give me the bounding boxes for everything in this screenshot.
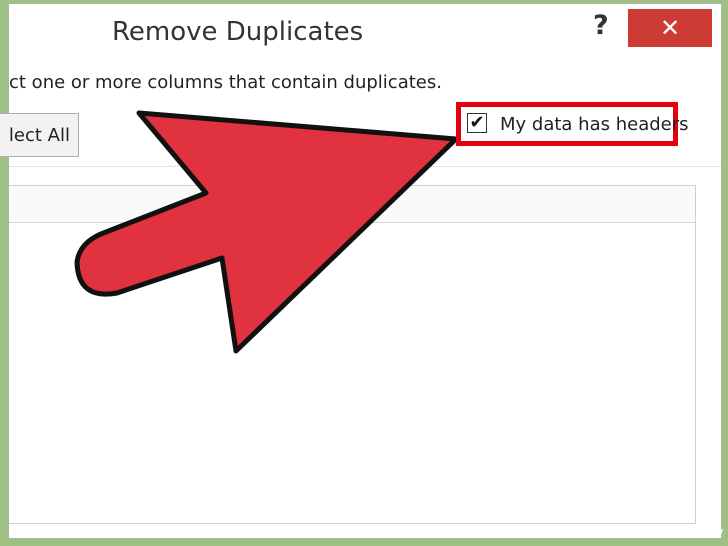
wikihow-watermark: wikiHow xyxy=(646,523,723,542)
red-arrow-shape xyxy=(74,110,459,354)
headers-checkbox[interactable]: ✔ xyxy=(467,113,487,133)
annotation-arrow xyxy=(74,110,459,354)
headers-checkbox-label[interactable]: My data has headers xyxy=(500,114,689,135)
